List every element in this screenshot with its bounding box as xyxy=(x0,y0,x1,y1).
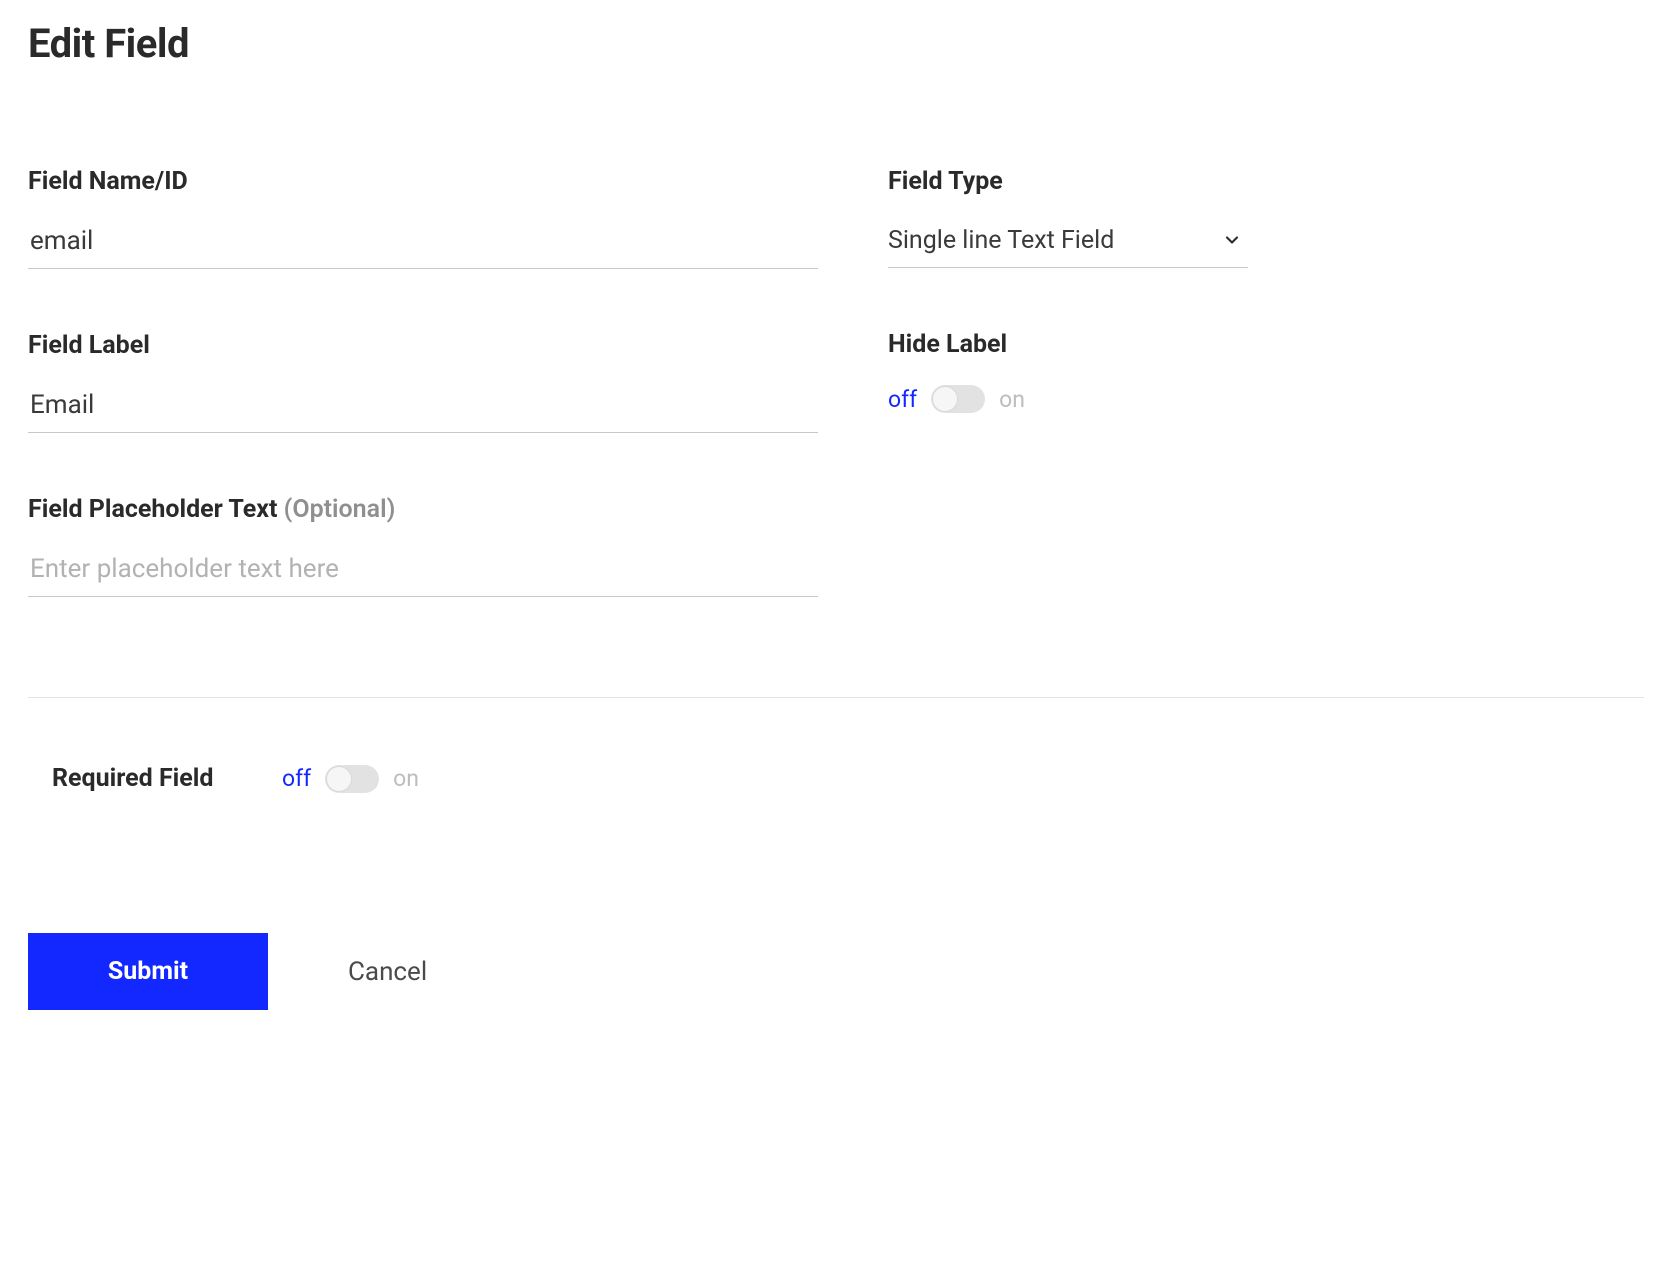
required-field-label: Required Field xyxy=(52,764,282,793)
chevron-down-icon xyxy=(1222,230,1242,254)
field-type-select[interactable]: Single line Text Field xyxy=(888,226,1248,268)
hide-label-toggle-group: off on xyxy=(888,385,1248,413)
field-label-label: Field Label xyxy=(28,331,818,360)
right-column: Field Type Single line Text Field Hide L… xyxy=(888,167,1248,597)
form-top-section: Field Name/ID Field Label Field Placehol… xyxy=(28,167,1644,597)
cancel-button[interactable]: Cancel xyxy=(348,957,427,987)
required-field-row: Required Field off on xyxy=(28,764,1644,793)
field-placeholder-input[interactable] xyxy=(28,554,818,597)
field-placeholder-group: Field Placeholder Text (Optional) xyxy=(28,495,818,597)
field-label-group: Field Label xyxy=(28,331,818,433)
submit-button[interactable]: Submit xyxy=(28,933,268,1010)
required-on-text: on xyxy=(393,765,419,792)
required-toggle[interactable] xyxy=(325,765,379,793)
hide-label-toggle[interactable] xyxy=(931,385,985,413)
section-divider xyxy=(28,697,1644,698)
left-column: Field Name/ID Field Label Field Placehol… xyxy=(28,167,818,597)
field-type-group: Field Type Single line Text Field xyxy=(888,167,1248,268)
optional-text: (Optional) xyxy=(284,495,396,524)
field-type-label: Field Type xyxy=(888,167,1248,196)
field-placeholder-label: Field Placeholder Text (Optional) xyxy=(28,495,818,524)
field-name-input[interactable] xyxy=(28,226,818,269)
field-label-input[interactable] xyxy=(28,390,818,433)
page-title: Edit Field xyxy=(28,20,1644,67)
field-name-label: Field Name/ID xyxy=(28,167,818,196)
button-row: Submit Cancel xyxy=(28,933,1644,1010)
field-placeholder-label-text: Field Placeholder Text xyxy=(28,495,284,524)
required-toggle-group: off on xyxy=(282,765,419,793)
required-off-text: off xyxy=(282,765,311,792)
hide-label-off-text: off xyxy=(888,386,917,413)
hide-label-on-text: on xyxy=(999,386,1025,413)
hide-label-group: Hide Label off on xyxy=(888,330,1248,413)
toggle-knob xyxy=(932,386,958,412)
hide-label-label: Hide Label xyxy=(888,330,1248,359)
field-name-group: Field Name/ID xyxy=(28,167,818,269)
toggle-knob xyxy=(326,766,352,792)
field-type-value: Single line Text Field xyxy=(888,226,1114,255)
